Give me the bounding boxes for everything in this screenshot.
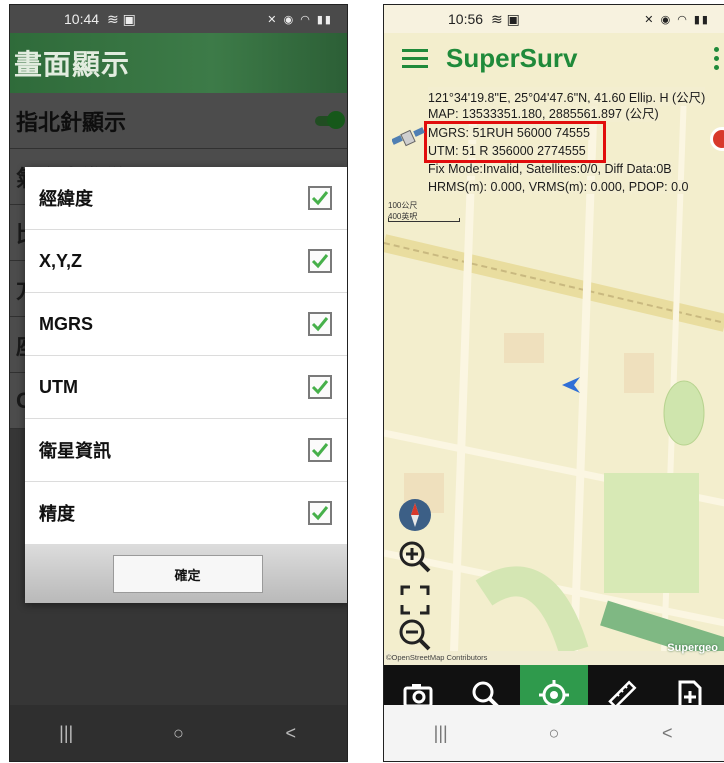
home-button[interactable]: ○ <box>158 723 198 744</box>
zoom-in-icon[interactable] <box>398 540 432 574</box>
status-notification-icons: ≋ ▣ <box>491 10 520 27</box>
option-label: 衛星資訊 <box>39 441 111 461</box>
checkbox-checked[interactable] <box>308 312 332 336</box>
option-label: 精度 <box>39 504 75 524</box>
system-nav-bar: ||| ○ < <box>384 705 724 761</box>
recents-button[interactable]: ||| <box>421 723 461 744</box>
ok-button[interactable]: 確定 <box>112 555 263 593</box>
overflow-menu-icon[interactable] <box>714 47 720 74</box>
page-title: 畫面顯示 <box>14 49 131 80</box>
map-attribution[interactable]: ©OpenStreetMap Contributors <box>386 653 487 662</box>
app-title: SuperSurv <box>446 43 578 73</box>
status-system-icons: ✕ ◉ ◠ ▮▮ <box>644 13 710 26</box>
highlight-annotation-box <box>424 121 606 163</box>
status-bar: 10:56 ≋ ▣ ✕ ◉ ◠ ▮▮ <box>384 5 724 33</box>
status-system-icons: ✕ ◉ ◠ ▮▮ <box>267 13 333 26</box>
option-label: UTM <box>39 376 78 397</box>
scale-metric: 100公尺 <box>388 201 418 210</box>
settings-phone-screen: 10:44 ≋ ▣ ✕ ◉ ◠ ▮▮ 畫面顯示 指北針顯示 氣泡水準儀 比 方 … <box>9 4 348 762</box>
compass-icon[interactable] <box>398 498 432 532</box>
checkbox-checked[interactable] <box>308 375 332 399</box>
option-latlon[interactable]: 經緯度 <box>25 167 347 230</box>
dialog-footer: 確定 <box>25 545 347 603</box>
current-position-arrow-icon <box>562 377 580 393</box>
supergeo-logo: Supergeo <box>667 642 718 654</box>
home-button[interactable]: ○ <box>534 723 574 744</box>
fix-mode-readout: Fix Mode:Invalid, Satellites:0/0, Diff D… <box>428 162 672 176</box>
checkbox-checked[interactable] <box>308 438 332 462</box>
map-coordinate-readout: MAP: 13533351.180, 2885561.897 (公尺) <box>428 103 659 122</box>
checkbox-checked[interactable] <box>308 186 332 210</box>
settings-header: 畫面顯示 <box>10 33 347 93</box>
option-mgrs[interactable]: MGRS <box>25 293 347 356</box>
satellite-icon[interactable] <box>392 123 426 153</box>
recents-button[interactable]: ||| <box>46 723 86 744</box>
status-time: 10:44 <box>64 11 100 27</box>
map-phone-screen: 10:56 ≋ ▣ ✕ ◉ ◠ ▮▮ SuperSurv 121°34'19.8… <box>383 4 724 762</box>
fullscreen-icon[interactable] <box>398 583 432 617</box>
checkbox-checked[interactable] <box>308 501 332 525</box>
checkmark-icon <box>311 380 329 395</box>
status-notification-icons: ≋ ▣ <box>107 10 136 27</box>
system-nav-bar: ||| ○ < <box>10 705 347 761</box>
checkmark-icon <box>311 254 329 269</box>
scale-bar <box>388 218 460 222</box>
checkmark-icon <box>311 317 329 332</box>
checkmark-icon <box>311 191 329 206</box>
option-satellite-info[interactable]: 衛星資訊 <box>25 419 347 482</box>
option-accuracy[interactable]: 精度 <box>25 482 347 545</box>
display-options-dialog: 經緯度 X,Y,Z MGRS UTM 衛星資訊 精度 確定 <box>25 167 347 603</box>
option-xyz[interactable]: X,Y,Z <box>25 230 347 293</box>
checkmark-icon <box>311 506 329 521</box>
precision-readout: HRMS(m): 0.000, VRMS(m): 0.000, PDOP: 0.… <box>428 180 689 194</box>
option-label: 經緯度 <box>39 189 93 209</box>
zoom-out-icon[interactable] <box>398 618 432 652</box>
back-button[interactable]: < <box>647 723 687 744</box>
option-label: X,Y,Z <box>39 250 83 271</box>
menu-icon[interactable] <box>402 49 428 69</box>
status-time: 10:56 <box>448 11 484 27</box>
checkbox-checked[interactable] <box>308 249 332 273</box>
option-utm[interactable]: UTM <box>25 356 347 419</box>
back-button[interactable]: < <box>271 723 311 744</box>
option-label: MGRS <box>39 313 93 334</box>
app-bar: SuperSurv <box>384 33 724 87</box>
status-bar: 10:44 ≋ ▣ ✕ ◉ ◠ ▮▮ <box>10 5 347 33</box>
checkmark-icon <box>311 443 329 458</box>
